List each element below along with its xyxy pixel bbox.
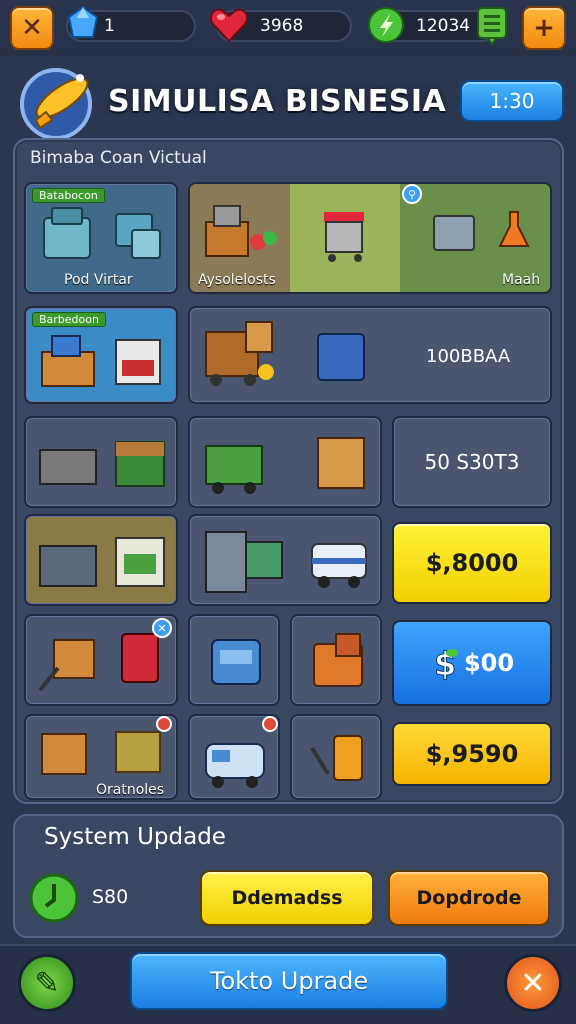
van-icon [205,743,265,788]
tile-tools[interactable]: ✕ [24,614,178,706]
cancel-button[interactable]: ✕ [504,954,562,1012]
tile-van[interactable] [188,714,280,800]
close-icon: ✕ [21,13,43,43]
heart-icon [209,8,249,43]
tile-tag: Batabocon [32,188,105,203]
pin-icon: ⚲ [407,187,417,201]
gem-icon [67,5,99,38]
tools-icon [38,633,159,692]
tile-repair[interactable] [290,714,382,800]
price-button-1[interactable]: $,8000 [392,522,552,604]
add-button[interactable]: + [522,6,566,50]
crates-icon [41,731,161,775]
app-title: SIMULISA BISNESIA [108,84,447,119]
tile-cart-row[interactable]: 100BBAA [188,306,552,404]
truck-icon [205,437,365,494]
machine-icon [43,207,161,259]
value-tile[interactable]: 50 S30T3 [392,416,552,508]
price-button-2[interactable]: $ $00 [392,620,552,706]
basket-icon [39,537,165,587]
edit-button[interactable]: ✎ [18,954,76,1012]
price-text: $,8000 [425,549,519,577]
store-icon [205,531,367,593]
upgrade-option-button[interactable]: Dopdrode [388,870,550,926]
alert-badge [156,716,172,732]
money-icon: $ [433,645,458,683]
clock-icon [29,873,79,923]
upgrade-button[interactable]: Tokto Uprade [130,952,448,1010]
tile-basket[interactable] [24,514,178,606]
shop-items-icon [205,205,530,262]
logo-icon [20,68,92,140]
money-icon [368,7,404,43]
button-label: Ddemadss [231,887,343,909]
tile-bin-crate[interactable] [24,416,178,508]
button-label: Dopdrode [416,887,522,909]
tile-caption-left: Aysolelosts [198,272,276,288]
stove-icon [313,633,363,687]
tile-pod-virtar[interactable]: Batabocon Pod Virtar [24,182,178,294]
pencil-icon: ✎ [34,965,60,1001]
pin-icon: ✕ [157,621,167,635]
tile-truck[interactable] [188,416,382,508]
machine-icon [211,639,261,685]
price-button-3[interactable]: $,9590 [392,722,552,786]
list-icon[interactable] [476,6,508,46]
tile-caption: Oratnoles [96,782,165,798]
wrench-icon [310,735,363,781]
timer-button[interactable]: 1:30 [460,80,564,122]
close-icon: ✕ [520,965,546,1001]
close-button[interactable]: ✕ [10,6,54,50]
value-text: 50 S30T3 [424,450,520,474]
hearts-value: 3968 [260,16,304,36]
cart-icon [205,321,365,386]
price-text: $,9590 [425,740,519,768]
system-title: System Updade [44,824,226,850]
cash-value: 12034 [416,16,471,36]
panel-label: Bimaba Coan Victual [30,148,207,168]
tile-oratnoles[interactable]: Oratnoles [24,714,178,800]
alert-badge [262,716,278,732]
tile-value: 100BBAA [426,346,511,367]
tile-barbedoon[interactable]: Barbedoon [24,306,178,404]
tile-tag: Barbedoon [32,312,106,327]
tile-stove[interactable] [290,614,382,706]
tile-store-van[interactable] [188,514,382,606]
demands-button[interactable]: Ddemadss [200,870,374,926]
tile-machine[interactable] [188,614,280,706]
info-badge: ✕ [152,618,172,638]
info-badge: ⚲ [402,184,422,204]
system-value: S80 [92,886,129,908]
plus-icon: + [533,13,555,43]
tile-caption: Pod Virtar [64,272,133,288]
gems-value: 1 [104,16,115,36]
tile-caption-right: Maah [502,272,541,288]
boxes-icon [41,335,161,387]
bin-icon [39,441,165,487]
price-text: $00 [463,649,515,677]
tile-shop-row[interactable]: Aysolelosts Maah ⚲ [188,182,552,294]
